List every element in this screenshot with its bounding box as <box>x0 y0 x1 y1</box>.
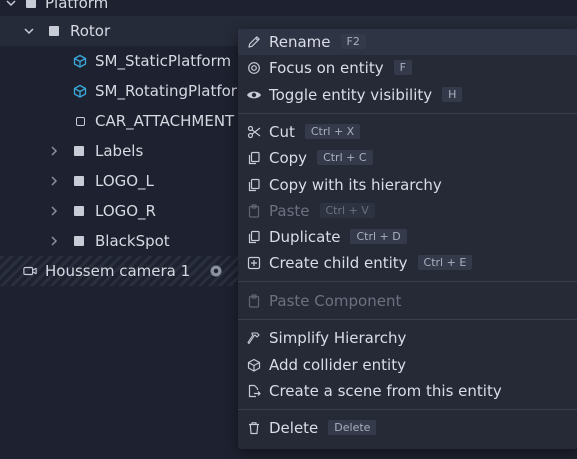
copy-icon <box>246 150 262 166</box>
menu-item-label: Create a scene from this entity <box>269 382 502 400</box>
tree-item-label: LOGO_R <box>95 202 156 220</box>
square-outline-icon <box>73 114 87 128</box>
menu-separator <box>238 409 577 410</box>
mesh-cube-icon <box>73 54 87 68</box>
chevron-down-icon[interactable] <box>4 0 18 10</box>
menu-item-label: Add collider entity <box>269 356 406 374</box>
square-icon <box>72 204 86 218</box>
menu-item-label: Paste Component <box>269 292 402 310</box>
menu-item-label: Duplicate <box>269 228 341 246</box>
clipboard-icon <box>246 293 262 309</box>
square-icon <box>72 144 86 158</box>
shortcut-badge: F2 <box>340 34 366 49</box>
chevron-down-icon[interactable] <box>22 24 36 38</box>
menu-separator <box>238 319 577 320</box>
shortcut-badge: Ctrl + V <box>319 203 375 218</box>
plus-square-icon <box>246 255 262 271</box>
eye-icon <box>246 87 262 103</box>
menu-item-label: Simplify Hierarchy <box>269 329 407 347</box>
tree-item-label: Labels <box>95 142 144 160</box>
menu-item-create-scene[interactable]: Create a scene from this entity <box>238 378 577 404</box>
menu-item-toggle-visibility[interactable]: Toggle entity visibility H <box>238 82 577 108</box>
menu-item-delete[interactable]: Delete Delete <box>238 415 577 441</box>
context-menu: Rename F2 Focus on entity F Toggle entity … <box>238 29 577 449</box>
square-icon <box>72 234 86 248</box>
shortcut-badge: Ctrl + D <box>350 229 407 244</box>
chevron-right-icon[interactable] <box>47 234 61 248</box>
menu-item-label: Delete <box>269 419 319 437</box>
shortcut-badge: Ctrl + C <box>317 150 373 165</box>
tree-item-label: CAR_ATTACHMENT <box>95 112 235 130</box>
menu-separator <box>238 113 577 114</box>
cube-icon <box>246 357 262 373</box>
clipboard-icon <box>246 203 262 219</box>
chevron-right-icon[interactable] <box>47 144 61 158</box>
menu-item-label: Copy <box>269 149 308 167</box>
tree-item-label: BlackSpot <box>95 232 170 250</box>
tree-item-label: Platform <box>45 0 109 12</box>
shortcut-badge: Ctrl + E <box>417 255 473 270</box>
tree-item-label: Rotor <box>70 22 111 40</box>
shortcut-badge: Delete <box>328 420 377 435</box>
menu-item-copy[interactable]: Copy Ctrl + C <box>238 145 577 171</box>
copy-icon <box>246 177 262 193</box>
tree-item-label: SM_StaticPlatform <box>95 52 232 70</box>
chevron-right-icon[interactable] <box>47 204 61 218</box>
chevron-right-icon[interactable] <box>47 174 61 188</box>
shortcut-badge: H <box>442 87 463 102</box>
square-icon <box>47 24 61 38</box>
menu-item-duplicate[interactable]: Duplicate Ctrl + D <box>238 224 577 250</box>
menu-item-copy-with-hierarchy[interactable]: Copy with its hierarchy <box>238 172 577 198</box>
square-icon <box>72 174 86 188</box>
menu-item-label: Rename <box>269 33 331 51</box>
menu-item-simplify-hierarchy[interactable]: Simplify Hierarchy <box>238 325 577 351</box>
menu-item-create-child-entity[interactable]: Create child entity Ctrl + E <box>238 250 577 276</box>
mesh-cube-icon <box>73 84 87 98</box>
menu-item-rename[interactable]: Rename F2 <box>238 29 577 55</box>
menu-separator <box>238 281 577 282</box>
shortcut-badge: Ctrl + X <box>304 124 361 139</box>
tree-item-label: Houssem camera 1 <box>45 262 191 280</box>
trash-icon <box>246 420 262 436</box>
pencil-icon <box>246 34 262 50</box>
menu-item-label: Cut <box>269 123 295 141</box>
scissors-icon <box>246 124 262 140</box>
menu-item-label: Create child entity <box>269 254 408 272</box>
menu-item-paste: Paste Ctrl + V <box>238 198 577 224</box>
menu-item-cut[interactable]: Cut Ctrl + X <box>238 119 577 145</box>
menu-item-label: Paste <box>269 202 310 220</box>
status-dot-icon <box>209 264 223 278</box>
camera-icon <box>23 264 37 278</box>
target-icon <box>246 60 262 76</box>
menu-item-label: Copy with its hierarchy <box>269 176 442 194</box>
hammer-icon <box>246 330 262 346</box>
tree-item-label: LOGO_L <box>95 172 154 190</box>
tree-item-label: SM_RotatingPlatform <box>95 82 252 100</box>
menu-item-paste-component: Paste Component <box>238 288 577 314</box>
menu-item-label: Toggle entity visibility <box>269 86 433 104</box>
menu-item-label: Focus on entity <box>269 59 384 77</box>
square-icon <box>24 0 38 10</box>
duplicate-icon <box>246 229 262 245</box>
menu-item-focus[interactable]: Focus on entity F <box>238 55 577 81</box>
file-export-icon <box>246 383 262 399</box>
menu-item-add-collider[interactable]: Add collider entity <box>238 352 577 378</box>
shortcut-badge: F <box>393 60 412 75</box>
